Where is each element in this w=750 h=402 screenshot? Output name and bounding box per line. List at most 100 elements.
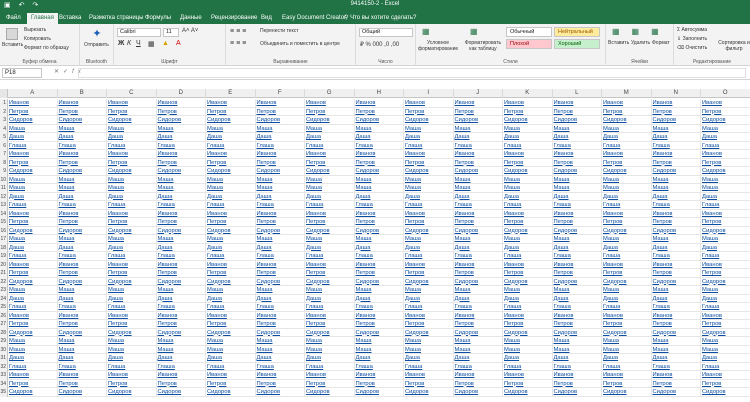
cell-hyperlink[interactable]: Иванов bbox=[503, 150, 553, 159]
cell-hyperlink[interactable]: Маша bbox=[602, 235, 652, 244]
cell-hyperlink[interactable]: Даша bbox=[552, 294, 602, 303]
cell-hyperlink[interactable]: Маша bbox=[255, 345, 305, 354]
cell-hyperlink[interactable]: Петров bbox=[701, 107, 750, 116]
cell-hyperlink[interactable]: Маша bbox=[552, 184, 602, 193]
row-header[interactable]: 2 bbox=[0, 107, 8, 116]
cell-hyperlink[interactable]: Глаша bbox=[503, 303, 553, 312]
cell-hyperlink[interactable]: Даша bbox=[107, 243, 157, 252]
cell-hyperlink[interactable]: Петров bbox=[404, 218, 454, 227]
cell-hyperlink[interactable]: Иванов bbox=[651, 311, 701, 320]
cell-hyperlink[interactable]: Даша bbox=[8, 354, 58, 363]
cell-hyperlink[interactable]: Даша bbox=[8, 294, 58, 303]
cell-hyperlink[interactable]: Иванов bbox=[602, 260, 652, 269]
cell-hyperlink[interactable]: Петров bbox=[503, 320, 553, 329]
cell-hyperlink[interactable]: Петров bbox=[453, 269, 503, 278]
cell-hyperlink[interactable]: Даша bbox=[57, 294, 107, 303]
cell-hyperlink[interactable]: Иванов bbox=[8, 99, 58, 108]
cell-hyperlink[interactable]: Даша bbox=[206, 133, 256, 142]
row-header[interactable]: 8 bbox=[0, 158, 8, 167]
cell-hyperlink[interactable]: Петров bbox=[404, 269, 454, 278]
cell-hyperlink[interactable]: Маша bbox=[701, 337, 750, 346]
cell-hyperlink[interactable]: Маша bbox=[255, 124, 305, 133]
cell-hyperlink[interactable]: Маша bbox=[206, 345, 256, 354]
cell-hyperlink[interactable]: Петров bbox=[651, 218, 701, 227]
insert-cells-button[interactable]: Вставить bbox=[608, 40, 629, 46]
cell-hyperlink[interactable]: Маша bbox=[503, 235, 553, 244]
cell-hyperlink[interactable]: Глаша bbox=[8, 362, 58, 371]
cell-hyperlink[interactable]: Иванов bbox=[255, 150, 305, 159]
cell-hyperlink[interactable]: Маша bbox=[602, 124, 652, 133]
cell-hyperlink[interactable]: Маша bbox=[57, 337, 107, 346]
cell-hyperlink[interactable]: Даша bbox=[552, 192, 602, 201]
cell-hyperlink[interactable]: Петров bbox=[552, 320, 602, 329]
cell-hyperlink[interactable]: Петров bbox=[602, 269, 652, 278]
cell-hyperlink[interactable]: Петров bbox=[651, 269, 701, 278]
cell-hyperlink[interactable]: Даша bbox=[701, 294, 750, 303]
cell-hyperlink[interactable]: Глаша bbox=[503, 252, 553, 261]
cell-hyperlink[interactable]: Иванов bbox=[305, 99, 355, 108]
cell-hyperlink[interactable]: Сидоров bbox=[354, 328, 404, 337]
cell-hyperlink[interactable]: Сидоров bbox=[57, 277, 107, 286]
cell-hyperlink[interactable]: Петров bbox=[156, 218, 206, 227]
cell-hyperlink[interactable]: Сидоров bbox=[701, 226, 750, 235]
tab-easy-document-creator[interactable]: Easy Document Creator bbox=[278, 13, 350, 24]
cell-hyperlink[interactable]: Даша bbox=[404, 294, 454, 303]
cell-hyperlink[interactable]: Сидоров bbox=[255, 277, 305, 286]
style-bad[interactable]: Плохой bbox=[506, 39, 552, 49]
cell-hyperlink[interactable]: Петров bbox=[305, 269, 355, 278]
row-header[interactable]: 10 bbox=[0, 175, 8, 184]
cell-hyperlink[interactable]: Иванов bbox=[701, 311, 750, 320]
cell-hyperlink[interactable]: Глаша bbox=[107, 303, 157, 312]
cell-hyperlink[interactable]: Иванов bbox=[503, 99, 553, 108]
cell-hyperlink[interactable]: Петров bbox=[206, 320, 256, 329]
cell-hyperlink[interactable]: Петров bbox=[354, 107, 404, 116]
cell-hyperlink[interactable]: Петров bbox=[503, 218, 553, 227]
cell-hyperlink[interactable]: Маша bbox=[8, 345, 58, 354]
cell-hyperlink[interactable]: Даша bbox=[651, 243, 701, 252]
cell-hyperlink[interactable]: Сидоров bbox=[305, 226, 355, 235]
cell-hyperlink[interactable]: Маша bbox=[305, 184, 355, 193]
cell-hyperlink[interactable]: Иванов bbox=[404, 209, 454, 218]
cell-hyperlink[interactable]: Иванов bbox=[305, 150, 355, 159]
cell-hyperlink[interactable]: Иванов bbox=[651, 209, 701, 218]
cell-hyperlink[interactable]: Иванов bbox=[57, 311, 107, 320]
cell-hyperlink[interactable]: Сидоров bbox=[305, 277, 355, 286]
cell-hyperlink[interactable]: Петров bbox=[8, 158, 58, 167]
cell-hyperlink[interactable]: Петров bbox=[107, 158, 157, 167]
cell-hyperlink[interactable]: Глаша bbox=[305, 201, 355, 210]
row-header[interactable]: 28 bbox=[0, 328, 8, 337]
cell-hyperlink[interactable]: Сидоров bbox=[107, 116, 157, 125]
cell-hyperlink[interactable]: Петров bbox=[651, 107, 701, 116]
cell-hyperlink[interactable]: Даша bbox=[453, 354, 503, 363]
cell-hyperlink[interactable]: Глаша bbox=[57, 362, 107, 371]
cell-hyperlink[interactable]: Сидоров bbox=[57, 328, 107, 337]
cell-hyperlink[interactable]: Петров bbox=[8, 379, 58, 388]
cell-hyperlink[interactable]: Даша bbox=[57, 133, 107, 142]
cell-hyperlink[interactable]: Глаша bbox=[404, 362, 454, 371]
cell-hyperlink[interactable]: Маша bbox=[305, 235, 355, 244]
cell-hyperlink[interactable]: Сидоров bbox=[8, 226, 58, 235]
cell-hyperlink[interactable]: Иванов bbox=[206, 260, 256, 269]
cell-hyperlink[interactable]: Иванов bbox=[156, 99, 206, 108]
cell-hyperlink[interactable]: Маша bbox=[206, 184, 256, 193]
cell-hyperlink[interactable]: Глаша bbox=[206, 303, 256, 312]
send-bluetooth-button[interactable]: Отправить bbox=[84, 42, 109, 48]
cell-hyperlink[interactable]: Даша bbox=[354, 192, 404, 201]
cell-hyperlink[interactable]: Маша bbox=[8, 124, 58, 133]
cell-hyperlink[interactable]: Петров bbox=[156, 107, 206, 116]
cell-hyperlink[interactable]: Иванов bbox=[107, 209, 157, 218]
cell-hyperlink[interactable]: Петров bbox=[602, 320, 652, 329]
cell-hyperlink[interactable]: Даша bbox=[206, 294, 256, 303]
cell-hyperlink[interactable]: Даша bbox=[107, 192, 157, 201]
cell-hyperlink[interactable]: Сидоров bbox=[107, 277, 157, 286]
cell-hyperlink[interactable]: Глаша bbox=[404, 303, 454, 312]
cell-hyperlink[interactable]: Маша bbox=[255, 286, 305, 295]
row-header[interactable]: 32 bbox=[0, 362, 8, 371]
cell-hyperlink[interactable]: Глаша bbox=[602, 252, 652, 261]
cell-hyperlink[interactable]: Иванов bbox=[156, 371, 206, 380]
cell-hyperlink[interactable]: Даша bbox=[602, 354, 652, 363]
cell-hyperlink[interactable]: Сидоров bbox=[602, 388, 652, 397]
cell-hyperlink[interactable]: Иванов bbox=[503, 311, 553, 320]
cell-hyperlink[interactable]: Маша bbox=[701, 184, 750, 193]
cell-hyperlink[interactable]: Иванов bbox=[255, 99, 305, 108]
